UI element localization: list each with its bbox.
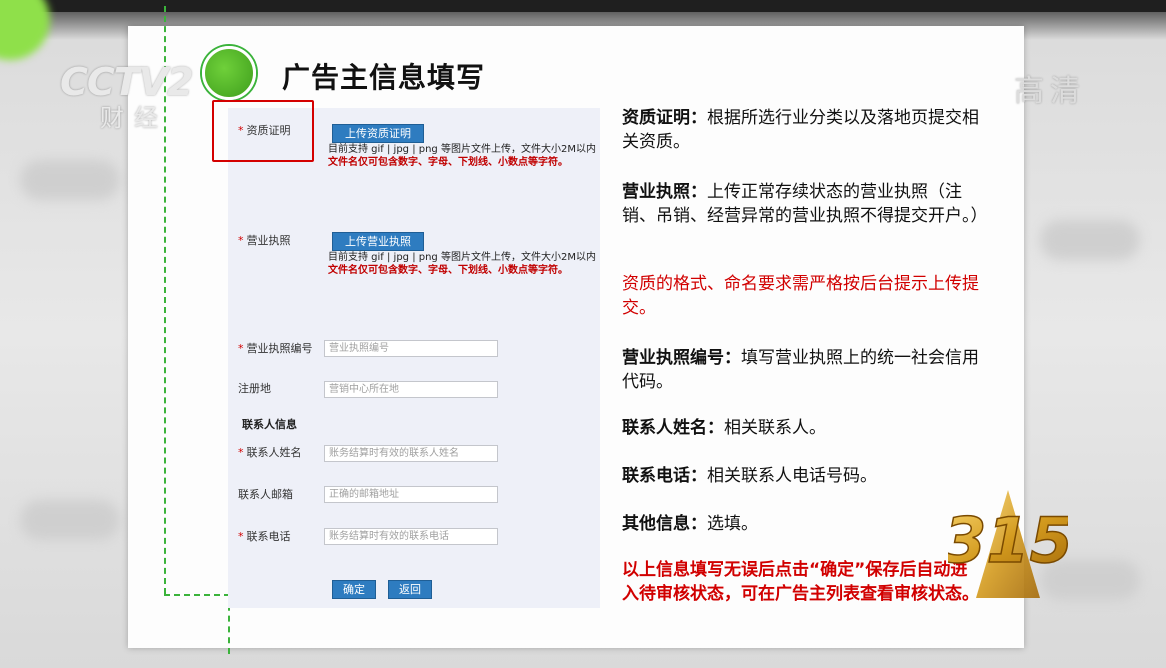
qualification-hint: 目前支持 gif | jpg | png 等图片文件上传，文件大小2M以内 [328, 144, 596, 155]
top-letterbox [0, 0, 1166, 12]
register-address-label: 注册地 [238, 382, 271, 395]
qualification-label: * 资质证明 [238, 124, 291, 137]
upload-license-button[interactable]: 上传营业执照 [332, 232, 424, 251]
hd-mark: 高清 [1014, 74, 1086, 109]
contact-name-description: 联系人姓名：相关联系人。 [622, 418, 826, 438]
green-bullet-icon [202, 46, 256, 100]
final-note: 以上信息填写无误后点击“确定”保存后自动进入待审核状态，可在广告主列表查看审核状… [622, 560, 979, 604]
contact-name-label: * 联系人姓名 [238, 446, 302, 459]
license-description: 营业执照：上传正常存续状态的营业执照（注销、吊销、经营异常的营业执照不得提交开户… [622, 182, 988, 226]
license-hint: 目前支持 gif | jpg | png 等图片文件上传，文件大小2M以内 [328, 252, 596, 263]
qualification-description: 资质证明：根据所选行业分类以及落地页提交相关资质。 [622, 108, 979, 152]
advertiser-form: * 资质证明 上传资质证明 目前支持 gif | jpg | png 等图片文件上… [212, 100, 600, 608]
contact-phone-label: * 联系电话 [238, 530, 291, 543]
qualification-hint-red: 文件名仅可包含数字、字母、下划线、小数点等字符。 [328, 157, 568, 168]
register-address-input[interactable] [324, 381, 498, 398]
license-number-description: 营业执照编号：填写营业执照上的统一社会信用代码。 [622, 348, 979, 392]
confirm-button[interactable]: 确定 [332, 580, 376, 599]
contact-section-heading: 联系人信息 [242, 418, 297, 431]
contact-phone-description: 联系电话：相关联系人电话号码。 [622, 466, 877, 486]
contact-email-input[interactable] [324, 486, 498, 503]
back-button[interactable]: 返回 [388, 580, 432, 599]
presentation-slide: 广告主信息填写 * 资质证明 上传资质证明 目前支持 gif | jpg | pn… [128, 6, 1024, 654]
contact-email-label: 联系人邮箱 [238, 488, 293, 501]
contact-phone-input[interactable] [324, 528, 498, 545]
event-315-text: 315 [948, 504, 1068, 577]
upload-qualification-button[interactable]: 上传资质证明 [332, 124, 424, 143]
channel-name: 财经 [100, 104, 168, 132]
license-number-input[interactable] [324, 340, 498, 357]
slide-title: 广告主信息填写 [282, 61, 486, 94]
license-hint-red: 文件名仅可包含数字、字母、下划线、小数点等字符。 [328, 265, 568, 276]
event-315-logo: 315 [948, 490, 1068, 598]
license-label: * 营业执照 [238, 234, 291, 247]
channel-logo: CCTV2 财经 [60, 60, 194, 132]
license-number-label: * 营业执照编号 [238, 342, 313, 355]
format-note: 资质的格式、命名要求需严格按后台提示上传提交。 [622, 274, 979, 318]
dashed-guide-horizontal [164, 594, 230, 596]
other-info-description: 其他信息：选填。 [622, 514, 758, 534]
contact-name-input[interactable] [324, 445, 498, 462]
